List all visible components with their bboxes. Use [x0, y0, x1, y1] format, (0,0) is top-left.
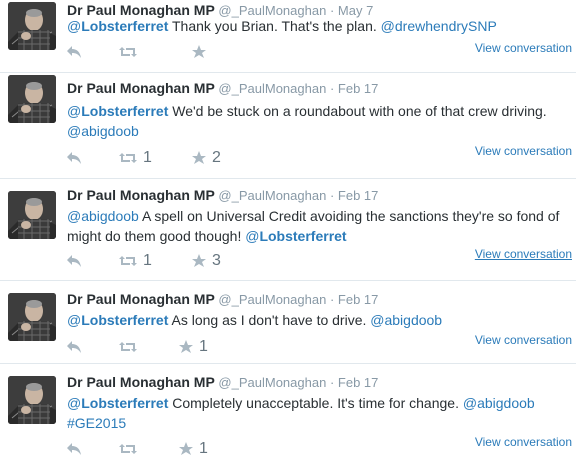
reply-icon: [67, 443, 81, 455]
mention-name: Lobsterferret: [259, 228, 347, 244]
avatar[interactable]: [8, 75, 56, 123]
tweet-header: Dr Paul Monaghan MP @_PaulMonaghan · Feb…: [67, 187, 378, 203]
star-icon: [192, 45, 206, 58]
tweet-text: @Lobsterferret Thank you Brian. That's t…: [67, 16, 572, 36]
mention-name: Lobsterferret: [81, 395, 169, 411]
tweet-item[interactable]: Dr Paul Monaghan MP @_PaulMonaghan · Feb…: [0, 73, 576, 179]
tweet-date[interactable]: Feb 17: [338, 81, 378, 96]
tweet-date[interactable]: Feb 17: [338, 188, 378, 203]
reply-icon: [67, 341, 81, 353]
retweet-icon: [119, 153, 137, 163]
reply-button[interactable]: [67, 443, 81, 455]
hashtag-link[interactable]: #GE2015: [67, 415, 126, 431]
reply-button[interactable]: [67, 46, 81, 58]
reply-icon: [67, 46, 81, 58]
mention-link[interactable]: @Lobsterferret: [67, 18, 168, 34]
mention-link[interactable]: @drewhendrySNP: [381, 18, 497, 34]
separator: ·: [329, 375, 335, 390]
reply-icon: [67, 255, 81, 267]
avatar[interactable]: [8, 376, 56, 424]
separator: ·: [329, 292, 335, 307]
author-name[interactable]: Dr Paul Monaghan MP: [67, 374, 215, 390]
mention-link[interactable]: @Lobsterferret: [245, 228, 346, 244]
favorite-count: 2: [212, 149, 221, 166]
separator: ·: [329, 188, 335, 203]
view-conversation-link[interactable]: View conversation: [475, 333, 572, 347]
author-name[interactable]: Dr Paul Monaghan MP: [67, 291, 215, 307]
author-handle[interactable]: @_PaulMonaghan: [218, 188, 326, 203]
favorite-button[interactable]: 3: [192, 252, 221, 270]
author-handle[interactable]: @_PaulMonaghan: [218, 81, 326, 96]
tweet-text: @Lobsterferret As long as I don't have t…: [67, 310, 572, 330]
mention-link[interactable]: @Lobsterferret: [67, 312, 168, 328]
mention-link[interactable]: @abigdoob: [67, 123, 139, 139]
tweet-body: As long as I don't have to drive.: [168, 312, 371, 328]
retweet-icon: [119, 47, 137, 57]
mention-name: Lobsterferret: [81, 103, 169, 119]
avatar[interactable]: [8, 2, 56, 50]
mention-link[interactable]: @abigdoob: [463, 395, 535, 411]
tweet-item[interactable]: Dr Paul Monaghan MP @_PaulMonaghan · Feb…: [0, 179, 576, 281]
favorite-button[interactable]: 2: [192, 149, 221, 167]
star-icon: [192, 254, 206, 267]
view-conversation-link[interactable]: View conversation: [475, 247, 572, 261]
retweet-count: 1: [143, 252, 152, 269]
avatar[interactable]: [8, 191, 56, 239]
retweet-icon: [119, 444, 137, 454]
favorite-count: 3: [212, 252, 221, 269]
author-name[interactable]: Dr Paul Monaghan MP: [67, 80, 215, 96]
tweet-body: Completely unacceptable. It's time for c…: [168, 395, 463, 411]
reply-button[interactable]: [67, 255, 81, 267]
tweet-header: Dr Paul Monaghan MP @_PaulMonaghan · Feb…: [67, 374, 378, 390]
author-handle[interactable]: @_PaulMonaghan: [218, 292, 326, 307]
favorite-button[interactable]: 1: [179, 338, 208, 356]
tweet-item[interactable]: Dr Paul Monaghan MP @_PaulMonaghan · Feb…: [0, 364, 576, 466]
mention-name: Lobsterferret: [81, 312, 169, 328]
favorite-button[interactable]: [192, 45, 206, 59]
mention-link[interactable]: @abigdoob: [370, 312, 442, 328]
star-icon: [192, 151, 206, 164]
retweet-icon: [119, 256, 137, 266]
author-handle[interactable]: @_PaulMonaghan: [218, 375, 326, 390]
tweet-body: We'd be stuck on a roundabout with one o…: [168, 103, 547, 119]
tweet-date[interactable]: Feb 17: [338, 375, 378, 390]
retweet-button[interactable]: [119, 341, 137, 353]
mention-name: Lobsterferret: [81, 18, 169, 34]
author-name[interactable]: Dr Paul Monaghan MP: [67, 187, 215, 203]
retweet-count: 1: [143, 149, 152, 166]
tweet-text: @Lobsterferret Completely unacceptable. …: [67, 393, 572, 433]
view-conversation-link[interactable]: View conversation: [475, 41, 572, 55]
star-icon: [179, 442, 193, 455]
view-conversation-link[interactable]: View conversation: [475, 144, 572, 158]
mention-link[interactable]: @abigdoob: [67, 208, 139, 224]
mention-link[interactable]: @Lobsterferret: [67, 395, 168, 411]
tweet-header: Dr Paul Monaghan MP @_PaulMonaghan · Feb…: [67, 291, 378, 307]
reply-button[interactable]: [67, 341, 81, 353]
tweet-item[interactable]: Dr Paul Monaghan MP @_PaulMonaghan · May…: [0, 0, 576, 73]
tweet-text: @abigdoob A spell on Universal Credit av…: [67, 206, 572, 246]
reply-icon: [67, 152, 81, 164]
separator: ·: [329, 81, 335, 96]
tweet-date[interactable]: Feb 17: [338, 292, 378, 307]
tweet-body: Thank you Brian. That's the plan.: [168, 18, 381, 34]
favorite-button[interactable]: 1: [179, 440, 208, 458]
retweet-button[interactable]: [119, 443, 137, 455]
mention-link[interactable]: @Lobsterferret: [67, 103, 168, 119]
tweet-item[interactable]: Dr Paul Monaghan MP @_PaulMonaghan · Feb…: [0, 281, 576, 364]
retweet-icon: [119, 342, 137, 352]
favorite-count: 1: [199, 338, 208, 355]
avatar[interactable]: [8, 293, 56, 341]
favorite-count: 1: [199, 440, 208, 457]
retweet-button[interactable]: 1: [119, 149, 152, 167]
star-icon: [179, 340, 193, 353]
retweet-button[interactable]: [119, 46, 137, 58]
tweet-text: @Lobsterferret We'd be stuck on a rounda…: [67, 101, 572, 141]
view-conversation-link[interactable]: View conversation: [475, 435, 572, 449]
reply-button[interactable]: [67, 152, 81, 164]
retweet-button[interactable]: 1: [119, 252, 152, 270]
tweet-header: Dr Paul Monaghan MP @_PaulMonaghan · Feb…: [67, 80, 378, 96]
